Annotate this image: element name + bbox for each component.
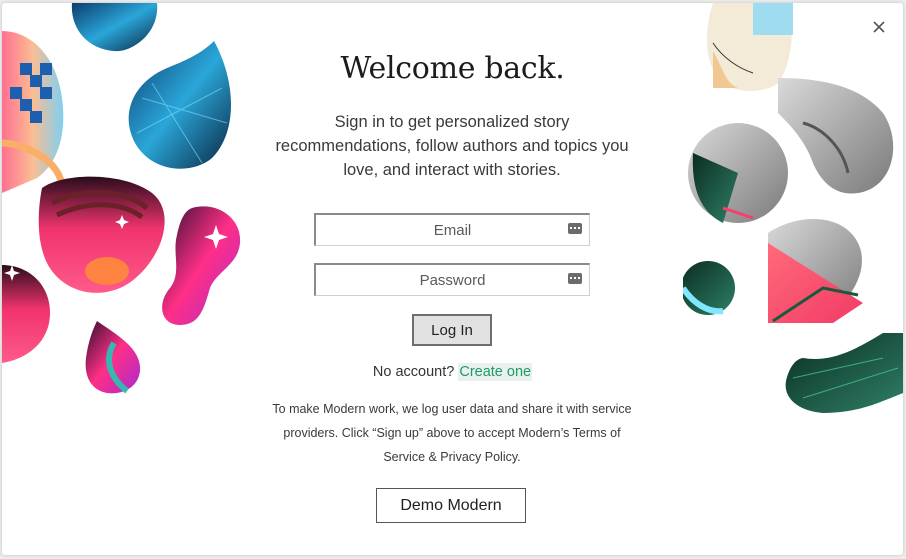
login-button[interactable]: Log In <box>412 314 492 346</box>
password-field-wrapper <box>314 263 590 296</box>
privacy-disclaimer: To make Modern work, we log user data an… <box>272 402 632 464</box>
art-shape <box>71 3 158 52</box>
dialog-title: Welcome back. <box>340 51 565 86</box>
art-shape <box>2 265 50 363</box>
art-shape <box>162 206 241 325</box>
dialog-subtitle: Sign in to get personalized story recomm… <box>275 113 629 179</box>
sign-in-dialog: Welcome back. Sign in to get personalize… <box>2 3 903 555</box>
demo-modern-button[interactable]: Demo Modern <box>376 488 526 523</box>
close-icon <box>873 21 885 33</box>
email-input[interactable] <box>316 215 589 245</box>
password-manager-key-icon[interactable] <box>568 223 582 234</box>
password-input[interactable] <box>316 265 589 295</box>
password-manager-key-icon[interactable] <box>568 273 582 284</box>
email-field-wrapper <box>314 213 590 246</box>
no-account-prompt: No account? <box>372 364 455 380</box>
art-shape <box>85 321 141 394</box>
create-account-line: No account? Create one <box>2 363 903 381</box>
close-button[interactable] <box>869 17 889 37</box>
art-shape <box>778 78 894 194</box>
create-account-link[interactable]: Create one <box>458 363 533 381</box>
